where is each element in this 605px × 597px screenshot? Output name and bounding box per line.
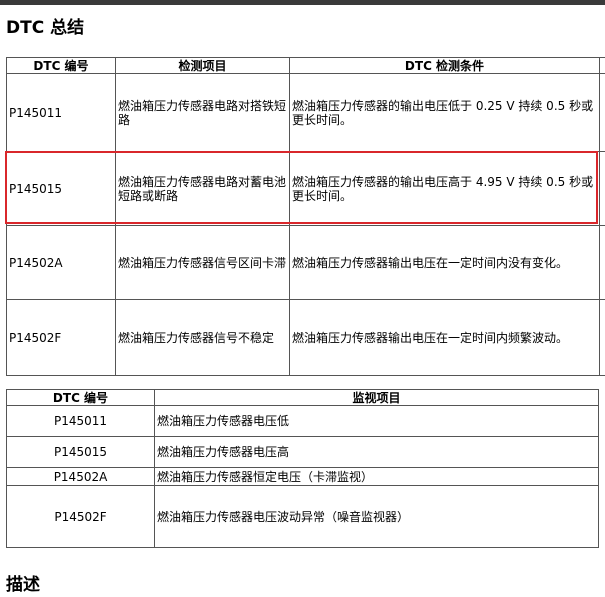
table-row: P145011 燃油箱压力传感器电压低: [6, 405, 599, 437]
header-dtc-code: DTC 编号: [6, 57, 116, 74]
table-row: P145011 燃油箱压力传感器电路对搭铁短路 燃油箱压力传感器的输出电压低于 …: [6, 73, 605, 152]
monitor-item-cell: 燃油箱压力传感器恒定电压（卡滞监视）: [154, 467, 599, 486]
table-row: P145015 燃油箱压力传感器电路对蓄电池短路或断路 燃油箱压力传感器的输出电…: [6, 151, 605, 226]
extra-cell: [599, 225, 605, 300]
dtc-code-cell: P145015: [6, 151, 116, 226]
table-row: P14502A 燃油箱压力传感器信号区间卡滞 燃油箱压力传感器输出电压在一定时间…: [6, 225, 605, 300]
dtc-code-cell: P14502F: [6, 299, 116, 376]
detection-item-cell: 燃油箱压力传感器信号区间卡滞: [115, 225, 290, 300]
header-extra: [599, 57, 605, 74]
top-bar: [0, 0, 605, 5]
detection-condition-cell: 燃油箱压力传感器的输出电压低于 0.25 V 持续 0.5 秒或更长时间。: [289, 73, 600, 152]
next-section-title: 描述: [6, 575, 40, 595]
dtc-monitor-table: DTC 编号 监视项目 P145011 燃油箱压力传感器电压低 P145015 …: [6, 389, 599, 548]
detection-condition-cell: 燃油箱压力传感器输出电压在一定时间内频繁波动。: [289, 299, 600, 376]
header-detection-item: 检测项目: [115, 57, 290, 74]
table-header-row: DTC 编号 检测项目 DTC 检测条件: [6, 57, 605, 74]
detection-item-cell: 燃油箱压力传感器信号不稳定: [115, 299, 290, 376]
table-row: P14502F 燃油箱压力传感器电压波动异常（噪音监视器）: [6, 485, 599, 548]
dtc-code-cell: P14502A: [6, 467, 155, 486]
table-row: P14502F 燃油箱压力传感器信号不稳定 燃油箱压力传感器输出电压在一定时间内…: [6, 299, 605, 376]
monitor-item-cell: 燃油箱压力传感器电压波动异常（噪音监视器）: [154, 485, 599, 548]
dtc-code-cell: P14502F: [6, 485, 155, 548]
header-detection-condition: DTC 检测条件: [289, 57, 600, 74]
extra-cell: [599, 151, 605, 226]
detection-condition-cell: 燃油箱压力传感器的输出电压高于 4.95 V 持续 0.5 秒或更长时间。: [289, 151, 600, 226]
monitor-item-cell: 燃油箱压力传感器电压低: [154, 405, 599, 437]
header-monitor-item: 监视项目: [154, 389, 599, 406]
dtc-code-cell: P145011: [6, 405, 155, 437]
extra-cell: [599, 299, 605, 376]
table-row: P145015 燃油箱压力传感器电压高: [6, 436, 599, 468]
header-dtc-code: DTC 编号: [6, 389, 155, 406]
extra-cell: [599, 73, 605, 152]
dtc-code-cell: P145015: [6, 436, 155, 468]
detection-item-cell: 燃油箱压力传感器电路对搭铁短路: [115, 73, 290, 152]
monitor-item-cell: 燃油箱压力传感器电压高: [154, 436, 599, 468]
dtc-code-cell: P14502A: [6, 225, 116, 300]
table-header-row: DTC 编号 监视项目: [6, 389, 599, 406]
dtc-code-cell: P145011: [6, 73, 116, 152]
section-title: DTC 总结: [6, 18, 85, 38]
detection-item-cell: 燃油箱压力传感器电路对蓄电池短路或断路: [115, 151, 290, 226]
table-row: P14502A 燃油箱压力传感器恒定电压（卡滞监视）: [6, 467, 599, 486]
dtc-summary-table: DTC 编号 检测项目 DTC 检测条件 P145011 燃油箱压力传感器电路对…: [6, 57, 605, 376]
detection-condition-cell: 燃油箱压力传感器输出电压在一定时间内没有变化。: [289, 225, 600, 300]
